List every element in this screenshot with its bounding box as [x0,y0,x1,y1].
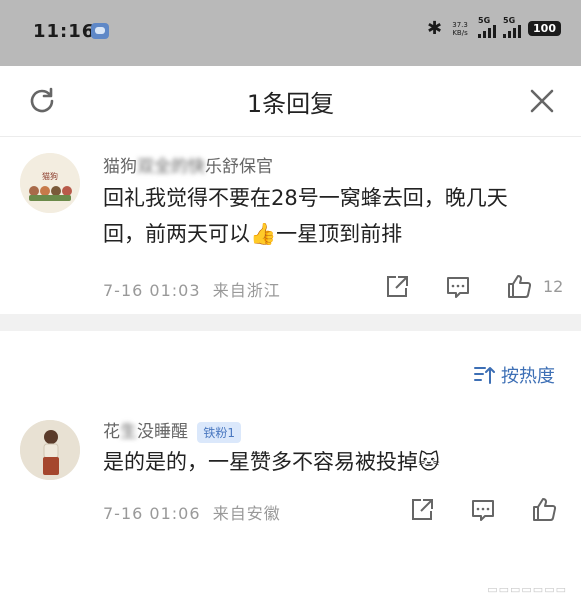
sort-button[interactable]: 按热度 [473,362,555,388]
section-divider [0,314,581,331]
sort-icon [474,367,495,384]
avatar[interactable]: 猫狗 [20,153,80,213]
like-icon[interactable] [531,496,557,522]
comment-icon[interactable] [445,274,471,300]
sheet-header: 1条回复 [0,66,581,137]
share-icon[interactable] [409,497,435,523]
signal-icon: 5G [478,16,497,38]
fan-badge: 铁粉1 [197,421,242,443]
avatar-image [20,420,80,480]
comment-text: 回礼我觉得不要在28号一窝蜂去回，晚几天 回，前两天可以👍一星顶到前排 [103,186,508,246]
bluetooth-icon: ✱ [426,18,443,39]
svg-text:猫狗: 猫狗 [42,171,58,181]
comment-text: 是的是的，一星赞多不容易被投掉🐱 [103,450,440,474]
watermark: ▭▭▭▭▭▭▭ [487,583,567,596]
commenter-name[interactable]: 猫狗双全的快乐舒保官 [103,152,273,177]
notification-app-icon [91,23,109,39]
share-icon[interactable] [384,274,410,300]
status-bar: 11:16 ✱ 37.3 KB/s 5G 5G 100 [0,0,581,66]
battery-indicator: 100 [528,21,561,36]
redacted-text: 双全的快 [137,157,205,177]
like-icon[interactable] [506,273,532,299]
sort-label: 按热度 [501,366,555,387]
sheet-title: 1条回复 [246,90,335,118]
signal-icon-2: 5G [503,16,522,38]
status-time: 11:16 [33,21,96,42]
commenter-name[interactable]: 花生没睡醒 铁粉1 [103,417,242,443]
redacted-text: 生 [120,422,137,442]
like-count: 12 [543,277,564,296]
status-indicators: ✱ 37.3 KB/s 5G 5G 100 [426,16,561,39]
comment-meta: 7-16 01:03 来自浙江 [103,281,281,300]
close-icon[interactable] [529,88,555,114]
avatar[interactable] [20,420,80,480]
network-speed: 37.3 KB/s [452,20,468,37]
avatar-image: 猫狗 [20,153,80,213]
reply-sheet: 1条回复 猫狗 猫狗双全的快乐舒保官 回礼我觉得不要在28号一窝蜂去回，晚几天 … [0,66,581,602]
comment-icon[interactable] [470,497,496,523]
comment-meta: 7-16 01:06 来自安徽 [103,504,281,523]
